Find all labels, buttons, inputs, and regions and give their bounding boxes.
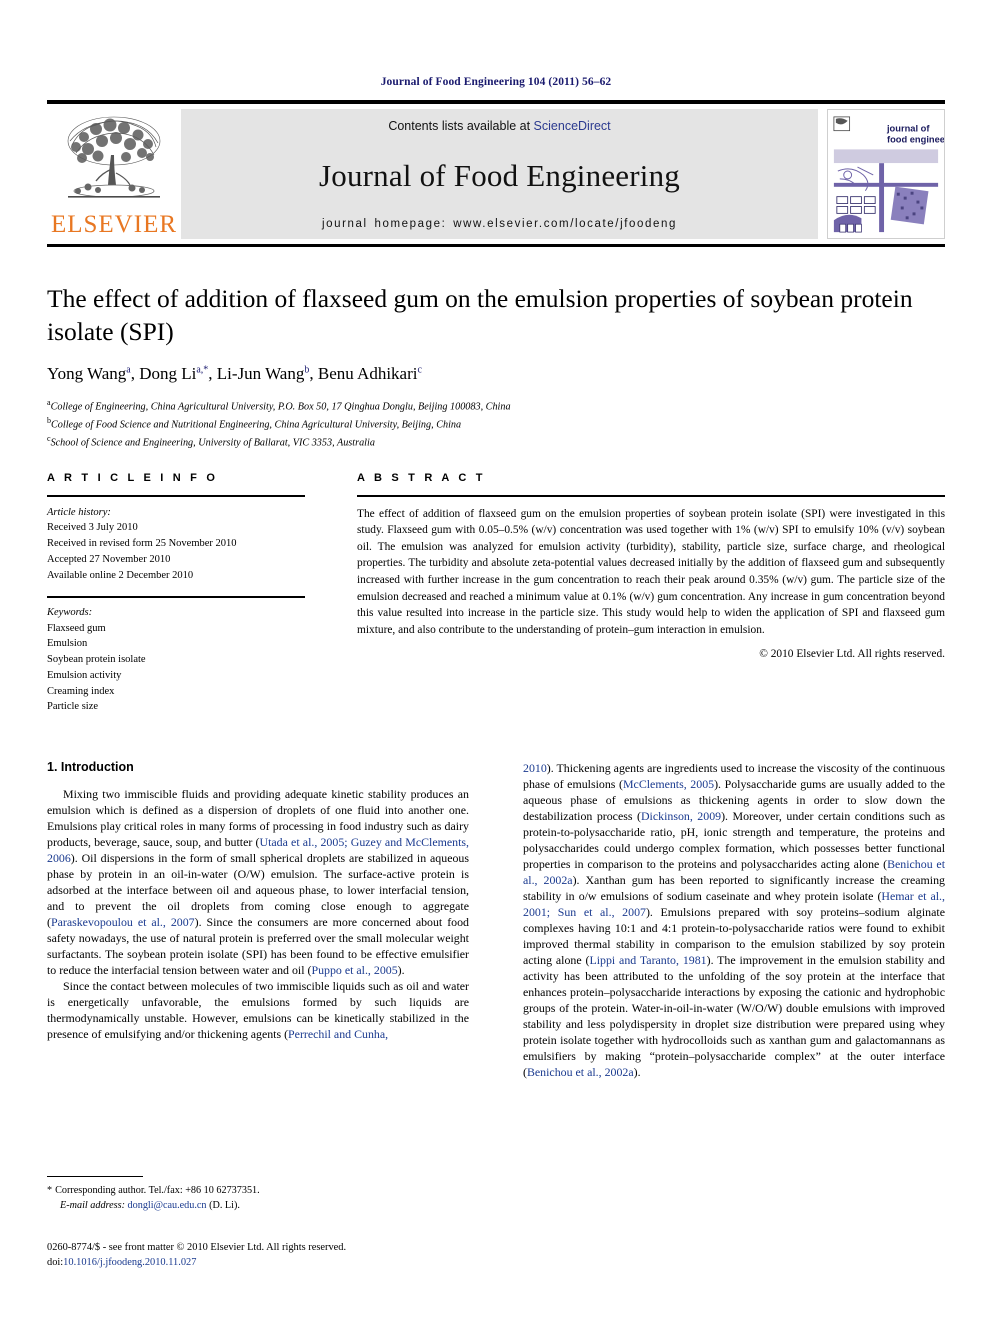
email-suffix: (D. Li). [209,1199,240,1211]
column-right: 2010). Thickening agents are ingredients… [523,760,945,1080]
journal-homepage[interactable]: journal homepage: www.elsevier.com/locat… [322,218,677,230]
masthead-top-rule [47,100,945,104]
abstract-rule [357,495,945,497]
article-info-heading: A R T I C L E I N F O [47,472,219,484]
paragraph-text: Since the contact between molecules of t… [47,979,469,1041]
svg-text:food engineering: food engineering [887,134,944,144]
keyword-item: Flaxseed gum [47,622,106,634]
column-left: 1. Introduction Mixing two immiscible fl… [47,760,469,1080]
citation-link[interactable]: 2010 [523,761,547,775]
title-block: The effect of addition of flaxseed gum o… [47,283,945,451]
contents-prefix: Contents lists available at [388,119,534,133]
article-info-rule [47,495,305,497]
citation-link[interactable]: Benichou et al., 2002a [527,1065,634,1079]
running-head: Journal of Food Engineering 104 (2011) 5… [380,76,612,88]
author-name: Dong Li [139,364,197,384]
elsevier-logo: ELSEVIER [47,109,181,239]
abstract-text: The effect of addition of flaxseed gum o… [357,507,945,636]
affiliation-item: cSchool of Science and Engineering, Univ… [47,434,375,449]
article-page: Journal of Food Engineering 104 (2011) 5… [0,0,992,1323]
corresponding-author-text: Corresponding author. Tel./fax: +86 10 6… [55,1185,260,1197]
affiliation-list: aCollege of Engineering, China Agricultu… [47,397,945,451]
keyword-item: Soybean protein isolate [47,654,146,665]
doi-line: doi:10.1016/j.jfoodeng.2010.11.027 [47,1255,547,1270]
author-affiliation-marker: a,* [196,364,209,376]
intro-left-paragraphs: Mixing two immiscible fluids and providi… [47,786,469,1042]
citation-link[interactable]: McClements, 2005 [623,777,714,791]
contents-available-line: Contents lists available at ScienceDirec… [388,119,610,133]
section-heading-introduction: 1. Introduction [47,760,134,774]
affiliation-item: aCollege of Engineering, China Agricultu… [47,398,511,413]
imprint-block: 0260-8774/$ - see front matter © 2010 El… [47,1240,547,1270]
keyword-items: Flaxseed gum Emulsion Soybean protein isol… [47,621,305,716]
abstract-panel: A B S T R A C T The effect of addition o… [357,472,945,715]
keyword-item: Emulsion [47,638,88,650]
article-history-item: Accepted 27 November 2010 [47,553,171,565]
svg-text:journal of: journal of [886,124,930,134]
body-paragraph: Mixing two immiscible fluids and providi… [47,786,469,978]
article-info-divider [47,596,305,598]
doi-link[interactable]: 10.1016/j.jfoodeng.2010.11.027 [63,1257,196,1268]
doi-label: doi: [47,1257,64,1269]
masthead-bottom-rule [47,244,945,247]
footnote-area: * Corresponding author. Tel./fax: +86 10 … [47,1176,469,1214]
article-history-items: Received 3 July 2010 Received in revised … [47,520,305,583]
info-abstract-block: A R T I C L E I N F O Article history: R… [47,472,945,715]
article-history-item: Received in revised form 25 November 201… [47,538,237,549]
abstract-copyright: © 2010 Elsevier Ltd. All rights reserved… [759,647,945,660]
corresponding-author-note: * Corresponding author. Tel./fax: +86 10 … [47,1184,469,1199]
keywords-label: Keywords: [47,606,93,618]
body-columns: 1. Introduction Mixing two immiscible fl… [47,760,945,1080]
imprint-front-matter: 0260-8774/$ - see front matter © 2010 El… [47,1242,347,1253]
page-title: The effect of addition of flaxseed gum o… [47,284,913,346]
article-history: Article history: Received 3 July 2010 Rec… [47,505,305,584]
keyword-item: Particle size [47,701,99,713]
journal-cover-thumbnail: journal of food engineering [827,109,945,239]
footnote-rule [47,1176,143,1178]
email-link[interactable]: dongli@cau.edu.cn [128,1200,207,1211]
email-note: E-mail address: dongli@cau.edu.cn (D. Li… [47,1199,469,1214]
author-affiliation-marker: b [304,364,310,376]
author-name: Li-Jun Wang [216,364,305,384]
corresponding-author-marker: * [47,1185,53,1197]
intro-right-paragraphs: 2010). Thickening agents are ingredients… [523,760,945,1080]
author-name: Yong Wang [47,364,127,384]
keyword-item: Emulsion activity [47,669,122,681]
elsevier-wordmark: ELSEVIER [50,211,178,238]
keyword-item: Creaming index [47,685,115,697]
author-name: Benu Adhikari [317,364,418,384]
paragraph-text: ). [397,963,405,977]
article-info-panel: A R T I C L E I N F O Article history: R… [47,472,305,715]
email-label: E-mail address: [60,1199,125,1211]
masthead-center: Contents lists available at ScienceDirec… [181,109,818,239]
citation-link[interactable]: Perrechil and Cunha, [288,1027,388,1041]
citation-link[interactable]: Lippi and Taranto, 1981 [589,953,706,967]
keywords-section: Keywords: Flaxseed gum Emulsion Soybean pr… [47,605,305,715]
journal-title: Journal of Food Engineering [319,157,680,193]
paragraph-text: ). The improvement in the emulsion stabi… [523,953,945,1079]
article-history-item: Received 3 July 2010 [47,522,138,534]
elsevier-tree-icon [67,116,161,198]
citation-link[interactable]: Paraskevopoulou et al., 2007 [51,915,195,929]
article-history-label: Article history: [47,506,111,518]
affiliation-item: bCollege of Food Science and Nutritional… [47,416,462,431]
article-history-item: Available online 2 December 2010 [47,569,194,581]
abstract-heading: A B S T R A C T [357,472,486,484]
journal-masthead: ELSEVIER Contents lists available at Sci… [47,100,945,247]
citation-link[interactable]: Puppo et al., 2005 [311,963,397,977]
author-affiliation-marker: a [126,364,131,376]
body-paragraph: Since the contact between molecules of t… [47,978,469,1042]
author-list: Yong Wanga, Dong Lia,*, Li-Jun Wangb, Be… [47,364,422,384]
cover-artwork: journal of food engineering [828,110,944,238]
sciencedirect-link[interactable]: ScienceDirect [534,119,611,133]
author-affiliation-marker: c [417,364,422,376]
body-paragraph: 2010). Thickening agents are ingredients… [523,760,945,1080]
citation-link[interactable]: Dickinson, 2009 [641,809,721,823]
paragraph-text: ). [633,1065,641,1079]
